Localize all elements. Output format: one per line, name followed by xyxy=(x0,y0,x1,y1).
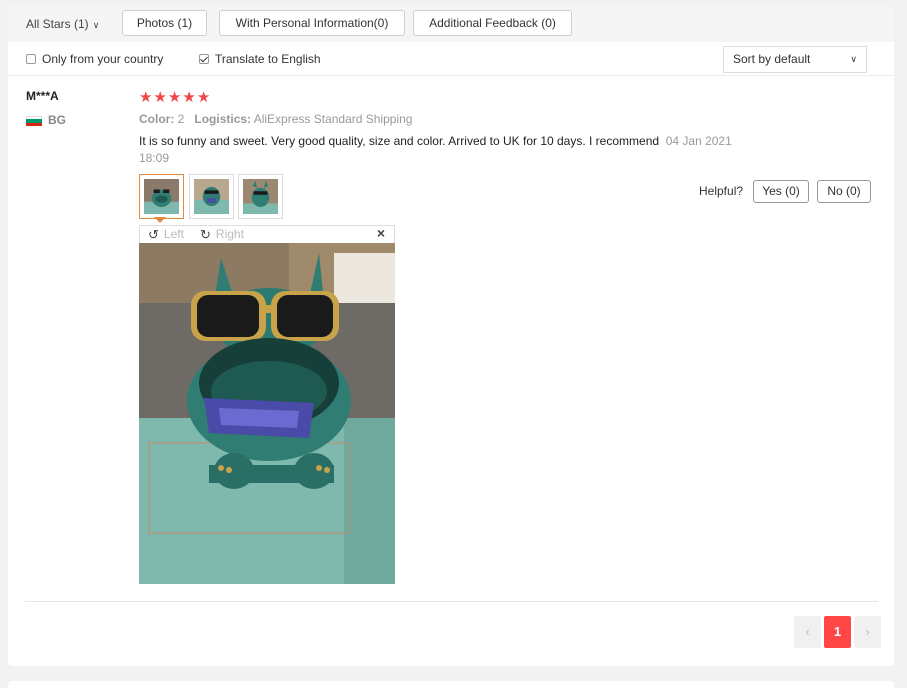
star-icon: ★ xyxy=(139,89,153,106)
translate-option[interactable]: Translate to English xyxy=(199,52,321,66)
sort-label: Sort by default xyxy=(733,52,811,66)
all-stars-dropdown[interactable]: All Stars (1) ∨ xyxy=(26,17,99,31)
bulgaria-flag-icon xyxy=(26,116,42,126)
rotate-right-icon: ↻ xyxy=(200,226,211,242)
chevron-down-icon: ∨ xyxy=(92,20,100,30)
next-page-button[interactable]: › xyxy=(854,616,881,648)
review-date: 04 Jan 2021 xyxy=(665,134,732,148)
rotate-right-label: Right xyxy=(215,227,244,241)
rotate-left-label: Left xyxy=(163,227,184,241)
thumbnail-pointer xyxy=(154,217,166,223)
only-country-option[interactable]: Only from your country xyxy=(26,52,163,66)
color-value: 2 xyxy=(177,112,185,126)
feedback-card: All Stars (1) ∨ Photos (1) With Personal … xyxy=(8,6,894,666)
star-icon: ★ xyxy=(196,89,211,106)
reviewer-name: M***A xyxy=(26,89,59,103)
reviewer-country: BG xyxy=(48,113,66,127)
logistics-value: AliExpress Standard Shipping xyxy=(253,112,413,126)
review-photo-thumbnail[interactable] xyxy=(189,174,234,219)
helpful-no-button[interactable]: No (0) xyxy=(817,180,871,203)
review-body: It is so funny and sweet. Very good qual… xyxy=(139,134,660,148)
photo-thumbnail-image xyxy=(144,179,179,214)
review-photo-thumbnail[interactable] xyxy=(238,174,283,219)
prev-page-button[interactable]: ‹ xyxy=(794,616,821,648)
divider xyxy=(25,601,878,602)
photo-thumbnail-image xyxy=(194,179,229,214)
divider xyxy=(8,75,894,76)
flag-stripe-red xyxy=(26,122,42,126)
all-stars-label: All Stars (1) xyxy=(26,17,89,31)
translate-checkbox[interactable] xyxy=(199,54,209,64)
photo-thumbnail-image xyxy=(243,179,278,214)
color-key: Color: xyxy=(139,112,175,126)
review-time: 18:09 xyxy=(139,151,170,165)
review-photo-large xyxy=(139,243,395,584)
star-rating: ★ ★ ★ ★ ★ xyxy=(139,90,210,105)
next-section-edge xyxy=(8,681,894,688)
translate-label: Translate to English xyxy=(215,52,321,66)
review-text: It is so funny and sweet. Very good qual… xyxy=(139,133,779,167)
chevron-down-icon: ∨ xyxy=(850,54,857,64)
star-icon: ★ xyxy=(182,89,196,106)
helpful-label: Helpful? xyxy=(699,184,744,198)
filter-bar: All Stars (1) ∨ Photos (1) With Personal … xyxy=(8,6,894,42)
only-country-label: Only from your country xyxy=(42,52,164,66)
only-country-checkbox[interactable] xyxy=(26,54,36,64)
review-attributes: Color: 2 Logistics: AliExpress Standard … xyxy=(139,112,412,126)
photos-filter-button[interactable]: Photos (1) xyxy=(122,10,207,36)
sort-dropdown[interactable]: Sort by default ∨ xyxy=(723,46,867,73)
viewer-toolbar: ↺ Left ↻ Right × xyxy=(140,226,394,243)
rotate-left-button[interactable]: ↺ Left xyxy=(148,227,184,241)
rotate-right-button[interactable]: ↻ Right xyxy=(200,227,244,241)
star-icon: ★ xyxy=(153,89,167,106)
helpful-yes-button[interactable]: Yes (0) xyxy=(753,180,809,203)
logistics-key: Logistics: xyxy=(194,112,252,126)
additional-feedback-filter-button[interactable]: Additional Feedback (0) xyxy=(413,10,572,36)
star-icon: ★ xyxy=(167,89,182,106)
review-photo-thumbnail[interactable] xyxy=(139,174,184,219)
rotate-left-icon: ↺ xyxy=(148,226,159,242)
page-1-button[interactable]: 1 xyxy=(824,616,851,648)
photo-viewer: ↺ Left ↻ Right × xyxy=(139,225,395,584)
personal-info-filter-button[interactable]: With Personal Information(0) xyxy=(219,10,405,36)
close-icon[interactable]: × xyxy=(377,226,385,241)
